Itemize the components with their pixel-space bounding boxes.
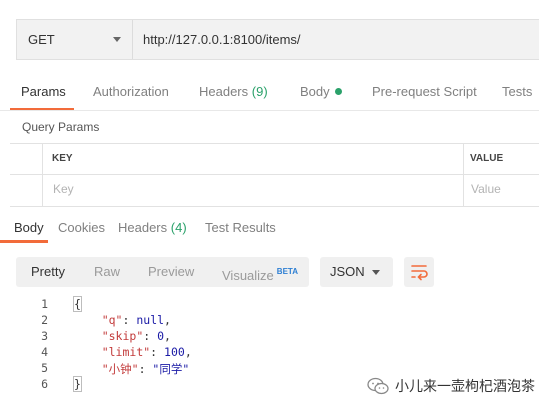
tab-pre-request-script[interactable]: Pre-request Script (372, 78, 477, 108)
preview-button[interactable]: Preview (148, 257, 194, 287)
code-line: "skip": 0, (74, 329, 171, 343)
wrap-lines-button[interactable] (404, 257, 434, 287)
line-number: 1 (41, 297, 48, 311)
tab-params[interactable]: Params (21, 78, 66, 108)
beta-badge: BETA (276, 267, 298, 276)
method-label: GET (28, 32, 55, 47)
json-key: "小钟" (101, 362, 139, 376)
code-line: "limit": 100, (74, 345, 192, 359)
tab-tests[interactable]: Tests (502, 78, 532, 108)
json-value: 0 (157, 329, 165, 343)
json-value: null (136, 313, 165, 327)
url-input[interactable]: http://127.0.0.1:8100/items/ (143, 20, 301, 59)
tab-params-label: Params (21, 84, 66, 99)
tab-authorization-label: Authorization (93, 84, 169, 99)
language-label: JSON (330, 264, 365, 279)
section-title: Query Params (22, 120, 100, 134)
json-separator: : (138, 362, 153, 376)
value-input[interactable]: Value (471, 182, 501, 196)
tab-cookies[interactable]: Cookies (58, 214, 105, 244)
json-key: "q" (101, 313, 123, 327)
request-bar: GET http://127.0.0.1:8100/items/ (16, 19, 539, 60)
tab-response-headers[interactable]: Headers (4) (118, 214, 187, 244)
close-brace: } (73, 376, 82, 392)
json-separator: : (122, 313, 137, 327)
watermark: 小儿来一壶枸杞酒泡茶 (367, 374, 535, 398)
column-header-key: KEY (52, 153, 73, 164)
response-headers-count-badge: (4) (170, 220, 187, 235)
tab-pre-request-label: Pre-request Script (372, 84, 477, 99)
tab-response-headers-label: Headers (118, 220, 168, 235)
params-table: KEY VALUE Key Value (10, 143, 539, 207)
line-number: 6 (41, 377, 48, 391)
tab-tests-label: Tests (502, 84, 533, 99)
raw-button[interactable]: Raw (94, 257, 120, 287)
open-brace: { (73, 296, 82, 312)
tab-body[interactable]: Body (300, 78, 342, 108)
pretty-button[interactable]: Pretty (31, 257, 65, 287)
wechat-icon (367, 377, 389, 395)
json-comma: , (184, 345, 192, 359)
wrap-lines-icon (411, 265, 428, 281)
code-line: "q": null, (74, 313, 171, 327)
watermark-text: 小儿来一壶枸杞酒泡茶 (395, 378, 535, 394)
column-header-value: VALUE (470, 153, 504, 164)
format-toggle-group: Pretty Raw Preview Visualize BETA (16, 257, 309, 287)
line-number: 3 (41, 329, 48, 343)
json-key: "limit" (101, 345, 151, 359)
tab-test-results[interactable]: Test Results (205, 214, 276, 244)
code-line: } (73, 376, 82, 392)
json-value: 100 (164, 345, 185, 359)
code-line: "小钟": "同学" (74, 361, 190, 377)
row-divider (10, 174, 539, 175)
tab-headers[interactable]: Headers (9) (199, 78, 268, 108)
response-tabs: Body Cookies Headers (4) Test Results (0, 214, 539, 244)
tab-body-label: Body (300, 84, 330, 99)
chevron-down-icon (113, 37, 121, 42)
chevron-down-icon (372, 270, 380, 275)
json-comma: , (164, 313, 171, 327)
divider (0, 110, 539, 111)
line-number: 4 (41, 345, 48, 359)
column-divider (42, 144, 43, 206)
json-separator: : (150, 345, 165, 359)
json-key: "skip" (101, 329, 144, 343)
code-line: { (73, 296, 82, 312)
line-number: 2 (41, 313, 48, 327)
headers-count-badge: (9) (251, 84, 268, 99)
json-comma: , (164, 329, 171, 343)
json-value: "同学" (152, 362, 190, 376)
visualize-label: Visualize (222, 268, 274, 283)
tab-authorization[interactable]: Authorization (93, 78, 169, 108)
key-input[interactable]: Key (53, 182, 74, 196)
language-select[interactable]: JSON (320, 257, 393, 287)
json-separator: : (143, 329, 158, 343)
active-tab-indicator (0, 240, 48, 243)
method-select[interactable]: GET (17, 20, 133, 59)
tab-headers-label: Headers (199, 84, 249, 99)
column-divider (463, 144, 464, 206)
visualize-button[interactable]: Visualize BETA (222, 257, 298, 287)
line-number: 5 (41, 361, 48, 375)
request-tabs: Params Authorization Headers (9) Body Pr… (0, 78, 539, 111)
status-dot-icon (334, 88, 342, 95)
